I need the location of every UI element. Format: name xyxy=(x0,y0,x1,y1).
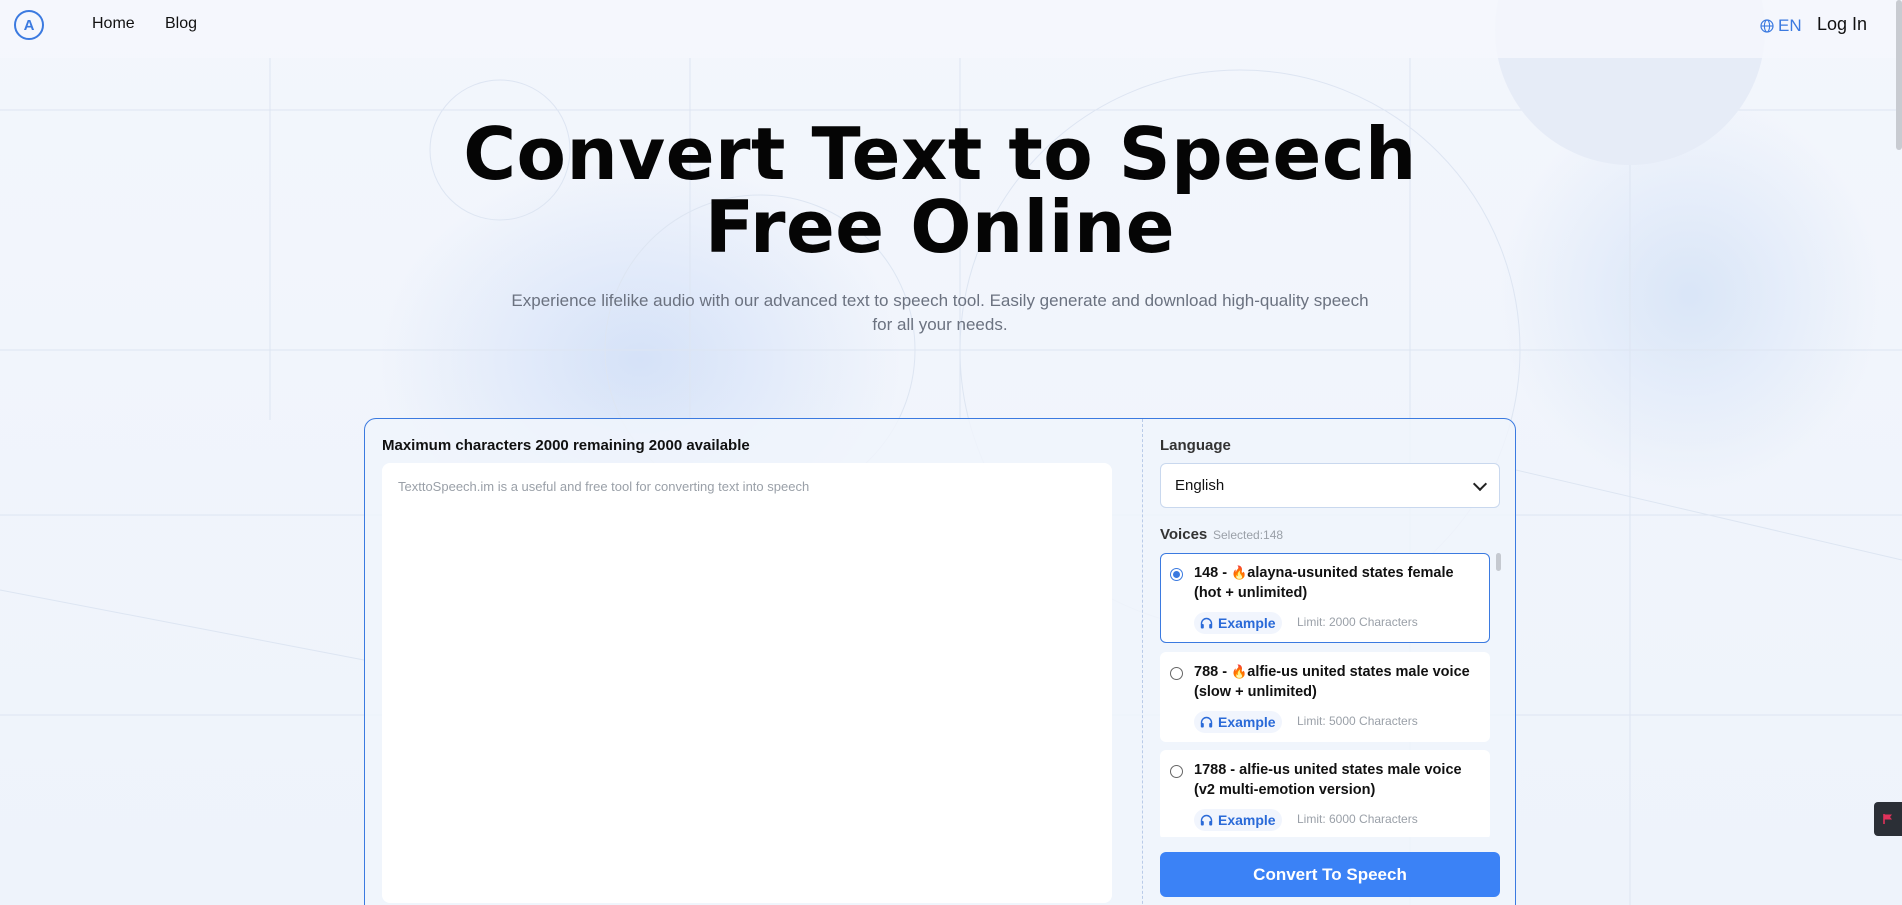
text-input[interactable] xyxy=(382,463,1112,903)
example-label: Example xyxy=(1218,812,1276,828)
voice-radio[interactable] xyxy=(1170,765,1183,778)
voices-selected-count: Selected:148 xyxy=(1213,528,1284,542)
language-select-value: English xyxy=(1175,477,1225,494)
example-button[interactable]: Example xyxy=(1194,711,1282,733)
nav-home[interactable]: Home xyxy=(92,15,135,33)
voice-name: 148 - 🔥alayna-usunited states female (ho… xyxy=(1194,563,1484,603)
voice-list-scrollbar[interactable] xyxy=(1496,553,1501,571)
nav-blog[interactable]: Blog xyxy=(165,15,197,33)
globe-icon xyxy=(1760,19,1774,33)
tts-tool-card: Maximum characters 2000 remaining 2000 a… xyxy=(364,418,1516,905)
headphones-icon xyxy=(1200,716,1213,728)
voice-short-name: alfie-us xyxy=(1247,664,1299,680)
voice-id: 1788 - xyxy=(1194,762,1240,778)
logo-icon[interactable]: A xyxy=(14,10,44,40)
voice-radio[interactable] xyxy=(1170,568,1183,581)
language-switcher[interactable]: EN xyxy=(1760,16,1802,36)
voice-name: 1788 - alfie-us united states male voice… xyxy=(1194,760,1484,800)
voice-option-148[interactable]: 148 - 🔥alayna-usunited states female (ho… xyxy=(1160,553,1490,643)
headphones-icon xyxy=(1200,617,1213,629)
voice-limit: Limit: 2000 Characters xyxy=(1297,615,1418,629)
voice-list[interactable]: 148 - 🔥alayna-usunited states female (ho… xyxy=(1160,553,1505,837)
voice-name: 788 - 🔥alfie-us united states male voice… xyxy=(1194,662,1484,702)
voice-option-788[interactable]: 788 - 🔥alfie-us united states male voice… xyxy=(1160,652,1490,742)
voice-limit: Limit: 6000 Characters xyxy=(1297,812,1418,826)
page-subtitle: Experience lifelike audio with our advan… xyxy=(511,291,1369,334)
flag-icon xyxy=(1883,814,1892,824)
feedback-widget[interactable] xyxy=(1874,802,1902,836)
page-title-line-1: Convert Text to Speech xyxy=(463,112,1417,196)
page-title-line-2: Free Online xyxy=(704,185,1176,269)
voice-short-name: alfie-us xyxy=(1239,762,1290,778)
page: A Home Blog EN Log In Convert Text to Sp… xyxy=(0,0,1902,905)
example-button[interactable]: Example xyxy=(1194,612,1282,634)
example-button[interactable]: Example xyxy=(1194,809,1282,831)
panel-divider xyxy=(1142,419,1143,905)
voice-id: 788 - xyxy=(1194,664,1232,680)
voice-limit: Limit: 5000 Characters xyxy=(1297,714,1418,728)
convert-to-speech-button[interactable]: Convert To Speech xyxy=(1160,852,1500,897)
voice-radio[interactable] xyxy=(1170,667,1183,680)
chevron-down-icon xyxy=(1472,476,1488,491)
language-label: Language xyxy=(1160,437,1231,454)
page-scrollbar[interactable] xyxy=(1896,0,1902,150)
character-counter: Maximum characters 2000 remaining 2000 a… xyxy=(382,437,750,454)
voice-id: 148 - xyxy=(1194,565,1232,581)
language-code: EN xyxy=(1778,16,1802,35)
example-label: Example xyxy=(1218,714,1276,730)
top-nav: A Home Blog EN Log In xyxy=(0,0,1902,58)
headphones-icon xyxy=(1200,814,1213,826)
language-select[interactable]: English xyxy=(1160,463,1500,508)
example-label: Example xyxy=(1218,615,1276,631)
login-button[interactable]: Log In xyxy=(1817,14,1867,35)
fire-icon: 🔥 xyxy=(1231,565,1248,580)
page-title: Convert Text to Speech Free Online xyxy=(0,118,1880,264)
voices-label: Voices xyxy=(1160,526,1208,543)
voice-short-name: alayna-us xyxy=(1247,565,1315,581)
fire-icon: 🔥 xyxy=(1231,664,1248,679)
voice-option-1788[interactable]: 1788 - alfie-us united states male voice… xyxy=(1160,750,1490,837)
